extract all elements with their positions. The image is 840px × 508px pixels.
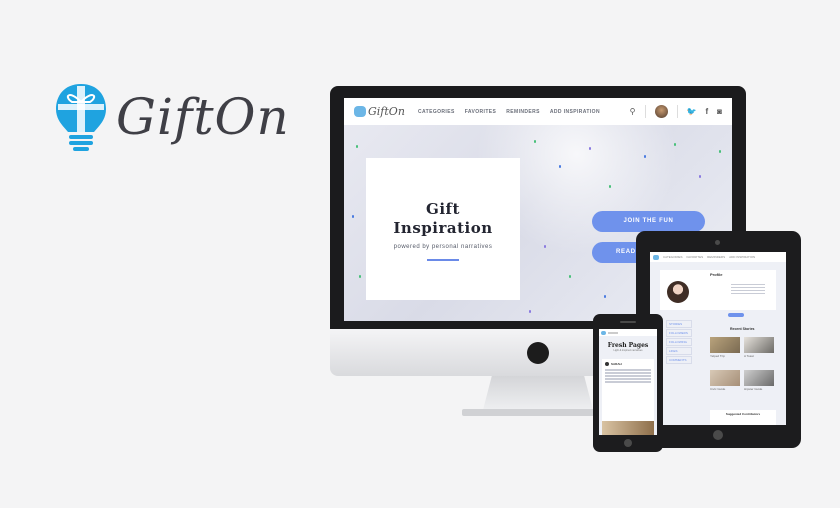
nav-logo[interactable]: GiftOn — [354, 105, 418, 118]
profile-link-followers[interactable]: FOLLOWERS — [666, 329, 692, 337]
tablet-nav-reminders[interactable]: REMINDERS — [707, 255, 725, 259]
profile-link-comments[interactable]: COMMENTS — [666, 356, 692, 364]
profile-heading: Profile — [710, 272, 723, 277]
nav-link-categories[interactable]: CATEGORIES — [418, 109, 455, 115]
phone-nav — [599, 329, 657, 336]
brand-logo: GiftOn — [52, 82, 290, 152]
author-avatar — [605, 362, 609, 366]
tablet-screen: CATEGORIES FAVORITES REMINDERS ADD INSPI… — [650, 252, 786, 425]
logo-icon — [653, 254, 659, 260]
follow-button[interactable] — [728, 313, 744, 317]
author-name: SARAH — [611, 362, 622, 366]
tablet-nav-categories[interactable]: CATEGORIES — [663, 255, 682, 259]
profile-link-following[interactable]: FOLLOWING — [666, 338, 692, 346]
desktop-nav: GiftOn CATEGORIES FAVORITES REMINDERS AD… — [344, 98, 732, 125]
search-icon[interactable]: ⚲ — [630, 107, 636, 116]
profile-text-line — [731, 289, 765, 291]
logo-icon — [601, 330, 606, 335]
home-button — [624, 439, 632, 447]
profile-avatar — [667, 281, 689, 303]
story-text-line — [605, 375, 651, 377]
desktop-stand-base — [462, 409, 614, 416]
confetti — [544, 245, 546, 248]
facebook-icon[interactable]: f — [705, 107, 708, 116]
profile-text-line — [731, 292, 765, 294]
hero-title: Gift Inspiration — [366, 200, 520, 238]
story-title[interactable]: Civic Guide — [710, 387, 725, 391]
story-photo[interactable] — [710, 370, 740, 386]
tablet-nav-favorites[interactable]: FAVORITES — [686, 255, 703, 259]
avatar[interactable] — [654, 105, 668, 118]
confetti — [569, 275, 571, 278]
brand-name: GiftOn — [116, 88, 290, 146]
story-text-line — [605, 372, 651, 374]
nav-divider — [644, 105, 646, 118]
join-the-fun-button[interactable]: JOIN THE FUN — [592, 211, 705, 232]
story-photo — [602, 421, 654, 435]
story-photo[interactable] — [744, 370, 774, 386]
story-title[interactable]: Yelped Trip — [710, 354, 725, 358]
phone-title: Fresh Pages — [607, 342, 649, 349]
profile-text-line — [731, 283, 765, 285]
story-text-line — [605, 381, 651, 383]
nav-bar-placeholder — [608, 331, 618, 334]
profile-link-likes[interactable]: LIKES — [666, 347, 692, 355]
camera-icon — [715, 240, 720, 245]
profile-links: STORIES FOLLOWERS FOLLOWING LIKES COMMEN… — [666, 320, 692, 365]
confetti — [604, 295, 606, 298]
nav-link-add-inspiration[interactable]: ADD INSPIRATION — [550, 109, 600, 115]
confetti — [699, 175, 701, 178]
phone-story-card[interactable]: SARAH — [602, 359, 654, 435]
story-title[interactable]: A Toast — [744, 354, 754, 358]
confetti — [529, 310, 531, 313]
confetti — [534, 140, 536, 143]
suggested-contributors-heading: Suggested Contributors — [725, 412, 761, 416]
phone-mockup: Fresh Pages Light & Inspired narratives … — [593, 314, 663, 452]
hero-card: Gift Inspiration powered by personal nar… — [366, 158, 520, 300]
confetti — [719, 150, 721, 153]
twitter-icon[interactable]: 🐦 — [687, 107, 697, 116]
nav-logo-text: GiftOn — [368, 105, 405, 118]
speaker-icon — [620, 321, 636, 323]
hero-title-line2: Inspiration — [393, 219, 493, 237]
hero-title-line1: Gift — [426, 200, 460, 218]
home-button — [713, 430, 723, 440]
confetti — [359, 275, 361, 278]
story-text-line — [605, 369, 651, 371]
confetti — [644, 155, 646, 158]
story-text-line — [605, 378, 651, 380]
desktop-stand — [483, 376, 593, 410]
confetti — [356, 145, 358, 148]
confetti — [589, 147, 591, 150]
apple-logo-icon — [527, 342, 549, 364]
phone-screen: Fresh Pages Light & Inspired narratives … — [599, 329, 657, 435]
gift-bulb-icon — [56, 84, 106, 151]
profile-text-line — [731, 286, 765, 288]
suggested-contributors-card: Suggested Contributors — [710, 410, 776, 425]
story-title[interactable]: Hipster Guide — [744, 387, 762, 391]
nav-link-favorites[interactable]: FAVORITES — [465, 109, 497, 115]
hero-subtitle: powered by personal narratives — [393, 244, 493, 250]
instagram-icon[interactable]: ◙ — [717, 107, 722, 116]
story-photo[interactable] — [744, 337, 774, 353]
profile-link-stories[interactable]: STORIES — [666, 320, 692, 328]
nav-divider — [676, 105, 678, 118]
recent-stories-heading: Recent Stories — [730, 327, 755, 331]
phone-subtitle: Light & Inspired narratives — [613, 349, 643, 352]
confetti — [609, 185, 611, 188]
confetti — [352, 215, 354, 218]
story-photo[interactable] — [710, 337, 740, 353]
tablet-nav-add-inspiration[interactable]: ADD INSPIRATION — [729, 255, 755, 259]
nav-link-reminders[interactable]: REMINDERS — [506, 109, 540, 115]
confetti — [674, 143, 676, 146]
tablet-nav: CATEGORIES FAVORITES REMINDERS ADD INSPI… — [650, 252, 786, 262]
logo-icon — [354, 106, 366, 117]
confetti — [559, 165, 561, 168]
hero-divider — [427, 259, 459, 261]
